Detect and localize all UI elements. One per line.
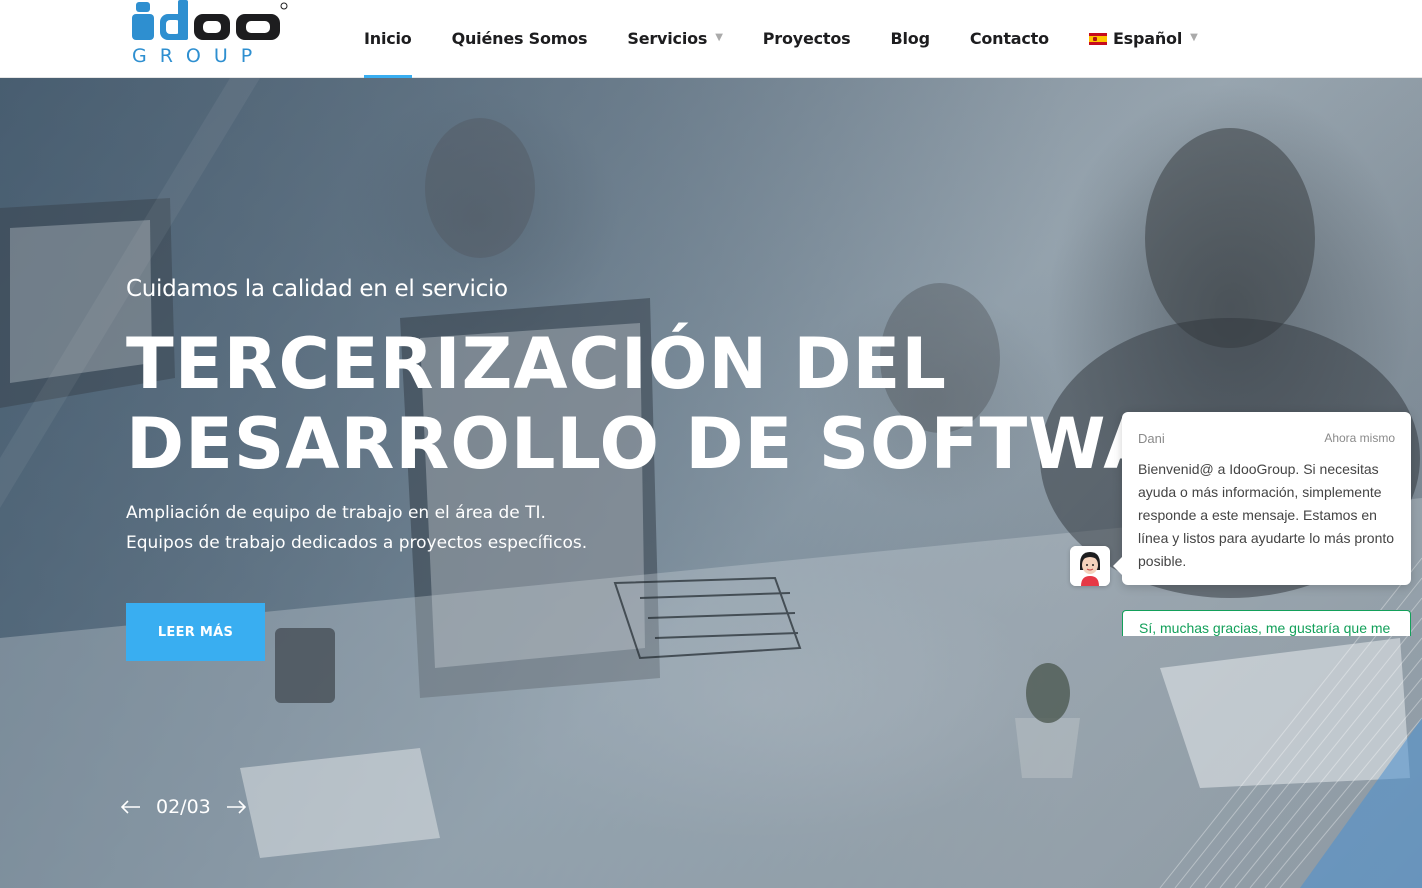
hero-subtitle: Cuidamos la calidad en el servicio [126,276,508,302]
caret-down-icon: ▼ [1190,32,1198,43]
leer-mas-button[interactable]: LEER MÁS [126,603,265,661]
chat-timestamp: Ahora mismo [1324,431,1395,445]
nav-item-servicios[interactable]: Servicios ▼ [627,0,723,77]
caret-down-icon: ▼ [715,32,723,43]
chat-quick-reply-button[interactable]: Sí, muchas gracias, me gustaría que me [1122,610,1411,636]
nav-label: Servicios [627,29,708,48]
hero-description-line-1: Ampliación de equipo de trabajo en el ár… [126,503,546,523]
chat-sender-name: Dani [1138,431,1165,446]
nav-label: Proyectos [762,29,851,48]
logo-group-text: GROUP [132,45,265,67]
chat-message-bubble[interactable]: Dani Ahora mismo Bienvenid@ a IdooGroup.… [1113,412,1411,585]
nav-item-inicio[interactable]: Inicio [364,0,412,78]
site-header: GROUP Inicio Quiénes Somos Servicios ▼ P… [0,0,1422,78]
slider-controls: 02/03 [120,796,247,818]
language-label: Español [1112,29,1183,48]
main-nav: Inicio Quiénes Somos Servicios ▼ Proyect… [364,0,1238,78]
arrow-left-icon[interactable] [120,796,142,818]
hero-description: Ampliación de equipo de trabajo en el ár… [126,498,587,558]
arrow-right-icon[interactable] [225,796,247,818]
chat-message-text: Bienvenid@ a IdooGroup. Si necesitas ayu… [1138,461,1395,569]
nav-label: Contacto [969,29,1049,48]
nav-label: Inicio [364,29,412,48]
spain-flag-icon [1088,32,1107,45]
chat-quick-reply-label: Sí, muchas gracias, me gustaría que me [1139,620,1391,636]
hero-title-line-1: TERCERIZACIÓN DEL [126,323,947,405]
chat-agent-avatar[interactable] [1070,546,1110,586]
nav-label: Quiénes Somos [451,29,588,48]
nav-item-blog[interactable]: Blog [890,0,931,77]
hero-description-line-2: Equipos de trabajo dedicados a proyectos… [126,533,588,553]
nav-label: Blog [890,29,931,48]
idoo-group-logo[interactable]: GROUP [130,0,290,68]
nav-item-proyectos[interactable]: Proyectos [763,0,851,77]
nav-item-contacto[interactable]: Contacto [970,0,1049,77]
language-selector[interactable]: Español ▼ [1088,0,1198,77]
nav-item-quienes-somos[interactable]: Quiénes Somos [452,0,588,77]
slide-counter: 02/03 [156,796,211,818]
